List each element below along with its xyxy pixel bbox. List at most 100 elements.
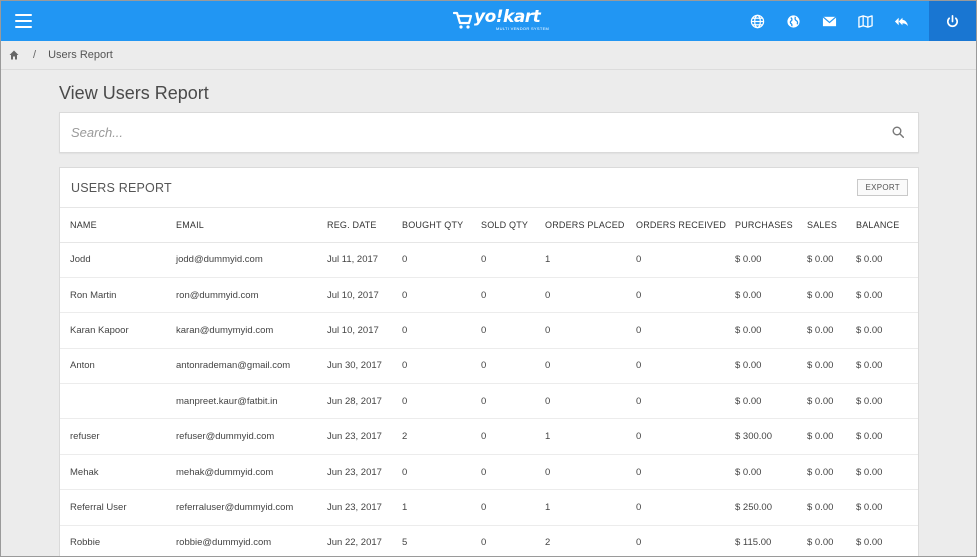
map-icon[interactable] xyxy=(847,1,883,41)
cell-name: Referral User xyxy=(60,489,166,526)
cell-orders-received: 0 xyxy=(626,383,725,420)
table-row: refuser refuser@dummyid.com Jun 23, 2017… xyxy=(60,418,918,455)
world-icon[interactable] xyxy=(775,1,811,41)
cell-email: mehak@dummyid.com xyxy=(166,454,317,491)
search-icon[interactable] xyxy=(892,126,904,138)
users-report-panel: USERS REPORT EXPORT NAME EMAIL REG. DATE… xyxy=(59,167,919,556)
cell-sold-qty: 0 xyxy=(471,418,535,455)
cell-sold-qty: 0 xyxy=(471,383,535,420)
cell-sold-qty: 0 xyxy=(471,312,535,349)
cell-name: refuser xyxy=(60,418,166,455)
cell-reg-date: Jun 22, 2017 xyxy=(317,525,392,556)
home-icon[interactable] xyxy=(9,50,19,60)
table-row: Ron Martin ron@dummyid.com Jul 10, 2017 … xyxy=(60,277,918,314)
search-panel xyxy=(59,112,919,153)
menu-icon[interactable] xyxy=(15,14,32,28)
table-row: Referral User referraluser@dummyid.com J… xyxy=(60,489,918,526)
column-header-bought-qty[interactable]: BOUGHT QTY xyxy=(392,208,471,243)
cell-balance: $ 0.00 xyxy=(846,418,918,455)
cell-email: jodd@dummyid.com xyxy=(166,242,317,278)
cell-sold-qty: 0 xyxy=(471,525,535,556)
cell-name: Robbie xyxy=(60,525,166,556)
table-row: Robbie robbie@dummyid.com Jun 22, 2017 5… xyxy=(60,525,918,556)
cell-name: Mehak xyxy=(60,454,166,491)
cell-name: Karan Kapoor xyxy=(60,312,166,349)
cell-sales: $ 0.00 xyxy=(797,348,846,385)
cell-orders-placed: 0 xyxy=(535,312,626,349)
cell-email: robbie@dummyid.com xyxy=(166,525,317,556)
globe-icon[interactable] xyxy=(739,1,775,41)
cell-purchases: $ 0.00 xyxy=(725,348,797,385)
power-icon[interactable] xyxy=(929,1,976,41)
breadcrumb: / Users Report xyxy=(1,41,976,70)
cell-orders-placed: 1 xyxy=(535,489,626,526)
cell-reg-date: Jun 23, 2017 xyxy=(317,489,392,526)
table-row: Anton antonrademan@gmail.com Jun 30, 201… xyxy=(60,348,918,385)
mail-icon[interactable] xyxy=(811,1,847,41)
users-report-table: NAME EMAIL REG. DATE BOUGHT QTY SOLD QTY… xyxy=(60,208,918,556)
table-row: manpreet.kaur@fatbit.in Jun 28, 2017 0 0… xyxy=(60,383,918,420)
column-header-orders-placed[interactable]: ORDERS PLACED xyxy=(535,208,626,243)
logo-text: yo!kart xyxy=(474,7,541,27)
yokart-logo[interactable]: yo!kart MULTI VENDOR SYSTEM xyxy=(453,7,549,35)
cell-purchases: $ 0.00 xyxy=(725,383,797,420)
cell-sales: $ 0.00 xyxy=(797,454,846,491)
cell-purchases: $ 250.00 xyxy=(725,489,797,526)
cell-sales: $ 0.00 xyxy=(797,525,846,556)
cell-sales: $ 0.00 xyxy=(797,383,846,420)
cell-sold-qty: 0 xyxy=(471,348,535,385)
column-header-sales[interactable]: SALES xyxy=(797,208,846,243)
cell-balance: $ 0.00 xyxy=(846,277,918,314)
table-header-row: NAME EMAIL REG. DATE BOUGHT QTY SOLD QTY… xyxy=(60,208,918,243)
cell-sold-qty: 0 xyxy=(471,277,535,314)
table-row: Karan Kapoor karan@dumymyid.com Jul 10, … xyxy=(60,312,918,349)
cell-reg-date: Jul 10, 2017 xyxy=(317,277,392,314)
app-window: yo!kart MULTI VENDOR SYSTEM / Users Repo… xyxy=(0,0,977,557)
column-header-sold-qty[interactable]: SOLD QTY xyxy=(471,208,535,243)
cell-purchases: $ 300.00 xyxy=(725,418,797,455)
cell-reg-date: Jun 23, 2017 xyxy=(317,454,392,491)
column-header-balance[interactable]: BALANCE xyxy=(846,208,918,243)
reply-all-icon[interactable] xyxy=(883,1,919,41)
cell-sales: $ 0.00 xyxy=(797,312,846,349)
cell-orders-received: 0 xyxy=(626,489,725,526)
column-header-reg-date[interactable]: REG. DATE xyxy=(317,208,392,243)
cell-sales: $ 0.00 xyxy=(797,242,846,278)
cell-orders-received: 0 xyxy=(626,242,725,278)
column-header-orders-received[interactable]: ORDERS RECEIVED xyxy=(626,208,726,243)
cell-orders-received: 0 xyxy=(626,454,725,491)
cell-sales: $ 0.00 xyxy=(797,418,846,455)
cell-orders-received: 0 xyxy=(626,277,725,314)
cell-orders-placed: 1 xyxy=(535,242,626,278)
cell-balance: $ 0.00 xyxy=(846,489,918,526)
top-icon-group xyxy=(739,1,976,41)
column-header-purchases[interactable]: PURCHASES xyxy=(725,208,797,243)
cell-purchases: $ 0.00 xyxy=(725,454,797,491)
cell-email: referraluser@dummyid.com xyxy=(166,489,317,526)
cell-email: antonrademan@gmail.com xyxy=(166,348,317,385)
table-row: Jodd jodd@dummyid.com Jul 11, 2017 0 0 1… xyxy=(60,242,918,278)
cell-orders-received: 0 xyxy=(626,525,725,556)
cell-bought-qty: 5 xyxy=(392,525,471,556)
column-header-email[interactable]: EMAIL xyxy=(166,208,317,243)
cell-orders-placed: 0 xyxy=(535,277,626,314)
column-header-name[interactable]: NAME xyxy=(60,208,166,243)
cell-orders-placed: 0 xyxy=(535,454,626,491)
export-button[interactable]: EXPORT xyxy=(857,179,908,196)
cell-email: karan@dumymyid.com xyxy=(166,312,317,349)
cell-email: refuser@dummyid.com xyxy=(166,418,317,455)
cell-reg-date: Jul 11, 2017 xyxy=(317,242,392,278)
cell-bought-qty: 0 xyxy=(392,242,471,278)
search-input[interactable] xyxy=(60,113,880,152)
cell-sold-qty: 0 xyxy=(471,454,535,491)
cell-balance: $ 0.00 xyxy=(846,242,918,278)
report-header: USERS REPORT EXPORT xyxy=(60,168,918,208)
cell-purchases: $ 0.00 xyxy=(725,242,797,278)
cell-bought-qty: 1 xyxy=(392,489,471,526)
cell-sales: $ 0.00 xyxy=(797,489,846,526)
cell-sold-qty: 0 xyxy=(471,242,535,278)
cell-reg-date: Jun 28, 2017 xyxy=(317,383,392,420)
cell-balance: $ 0.00 xyxy=(846,454,918,491)
cell-orders-placed: 0 xyxy=(535,383,626,420)
cell-bought-qty: 0 xyxy=(392,312,471,349)
